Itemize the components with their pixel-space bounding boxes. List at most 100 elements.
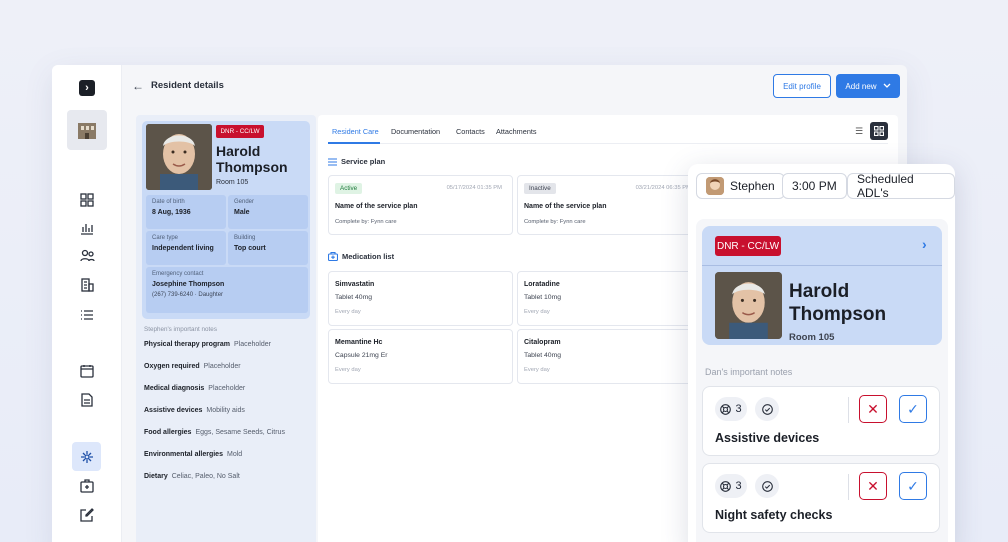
gender-label: Gender [234,199,255,205]
sidebar: › [52,65,122,542]
note-title: Assistive devices [715,431,820,445]
service-plan-card[interactable]: Active 05/17/2024 01:35 PM Name of the s… [328,175,513,235]
gender-cell: Gender Male [228,195,308,229]
residents-icon[interactable] [77,246,97,266]
medication-card[interactable]: Simvastatin Tablet 40mg Every day [328,271,513,326]
note-title: Night safety checks [715,508,833,522]
note-row: Dietary Celiac, Paleo, No Salt [144,473,240,480]
user-chip[interactable]: Stephen [696,173,785,199]
list-icon[interactable] [77,305,97,325]
list-view-icon[interactable]: ☰ [851,123,867,139]
resident-photo [146,124,212,190]
resident-name: Harold Thompson [216,143,308,175]
note-row: Food allergies Eggs, Sesame Seeds, Citrus [144,429,285,436]
building-cell: Building Top court [228,231,308,265]
reject-button[interactable]: ✕ [859,472,887,500]
card-sub: Complete by: Fynn care [524,219,586,225]
analytics-icon[interactable] [77,218,97,238]
resident-last-name: Thompson [789,304,887,325]
tab-attachments[interactable]: Attachments [496,127,537,136]
grid-view-icon[interactable] [870,122,888,140]
note-value: Celiac, Paleo, No Salt [171,473,240,480]
note-row: Medical diagnosis Placeholder [144,385,245,392]
schedule-chip[interactable]: Scheduled ADL's [847,172,955,200]
note-label: Physical therapy program [144,341,230,348]
resident-last-name: Thompson [216,159,288,175]
note-label: Medical diagnosis [144,385,205,392]
resident-first-name: Harold [789,281,850,302]
medication-card[interactable]: Loratadine Tablet 10mg Every day [517,271,702,326]
back-arrow-icon[interactable]: ← [132,79,144,93]
note-label: Environmental allergies [144,451,223,458]
tab-contacts[interactable]: Contacts [456,127,485,136]
lifebuoy-icon [720,403,732,415]
resident-room: Room 105 [216,179,249,186]
calendar-icon[interactable] [77,361,97,381]
medical-kit-icon[interactable] [77,476,97,496]
care-icon[interactable] [72,442,101,471]
edit-profile-button[interactable]: Edit profile [773,74,831,98]
status-badge: Inactive [524,183,556,194]
building-value: Top court [234,245,266,252]
count-pill: 3 [715,397,747,421]
check-circle-icon [755,474,779,498]
note-card: 3 ✕ ✓ Night safety checks [702,463,940,533]
service-plan-card[interactable]: Inactive 03/21/2024 06:35 PM Name of the… [517,175,702,235]
med-frequency: Every day [335,367,361,373]
notes-title: Stephen's important notes [144,326,217,333]
resident-photo [715,272,782,339]
note-value: Placeholder [208,385,246,392]
check-circle-icon [755,397,779,421]
edit-icon[interactable] [77,505,97,525]
user-avatar [706,177,724,195]
dob-cell: Date of birth 8 Aug, 1936 [146,195,226,229]
facility-avatar[interactable] [67,110,107,150]
emergency-contact-cell: Emergency contact Josephine Thompson (26… [146,267,308,313]
time-chip[interactable]: 3:00 PM [782,173,847,199]
dashboard-icon[interactable] [77,190,97,210]
note-row: Physical therapy program Placeholder [144,341,271,348]
dnr-badge: DNR - CC/LW [216,125,264,138]
care-type-cell: Care type Independent living [146,231,226,265]
note-label: Assistive devices [144,407,203,414]
page-title: Resident details [151,80,224,91]
care-type-label: Care type [152,235,179,241]
dnr-badge: DNR - CC/LW [715,236,781,256]
medication-card[interactable]: Memantine Hc Capsule 21mg Er Every day [328,329,513,384]
tab-documentation[interactable]: Documentation [391,127,440,136]
note-row: Oxygen required Placeholder [144,363,241,370]
note-count: 3 [735,480,742,492]
resident-name: Harold Thompson [789,280,886,326]
med-name: Citalopram [524,339,561,346]
med-name: Simvastatin [335,281,375,288]
med-frequency: Every day [524,367,550,373]
add-new-button[interactable]: Add new [836,74,900,98]
add-new-label: Add new [845,81,877,91]
note-row: Environmental allergies Mold [144,451,242,458]
tabs-divider [328,143,888,144]
note-divider [848,397,849,423]
note-label: Dietary [144,473,168,480]
tab-resident-care[interactable]: Resident Care [332,127,379,136]
approve-button[interactable]: ✓ [899,395,927,423]
chevron-down-icon [883,83,891,88]
note-value: Eggs, Sesame Seeds, Citrus [195,429,285,436]
note-value: Mobility aids [206,407,245,414]
reject-button[interactable]: ✕ [859,395,887,423]
resident-first-name: Harold [216,143,261,159]
resident-room: Room 105 [789,332,835,343]
note-value: Placeholder [203,363,241,370]
mobile-resident-card[interactable]: DNR - CC/LW › Harold Thompson Room 105 [702,226,942,345]
note-count: 3 [735,403,742,415]
building-label: Building [234,235,256,241]
building-icon[interactable] [77,275,97,295]
care-type-value: Independent living [152,245,214,252]
collapse-sidebar-icon[interactable]: › [79,80,95,96]
card-date: 03/21/2024 06:35 PM [635,185,691,191]
emergency-name: Josephine Thompson [152,281,225,288]
chevron-right-icon[interactable]: › [922,236,927,252]
approve-button[interactable]: ✓ [899,472,927,500]
note-divider [848,474,849,500]
medication-card[interactable]: Citalopram Tablet 40mg Every day [517,329,702,384]
document-icon[interactable] [77,390,97,410]
